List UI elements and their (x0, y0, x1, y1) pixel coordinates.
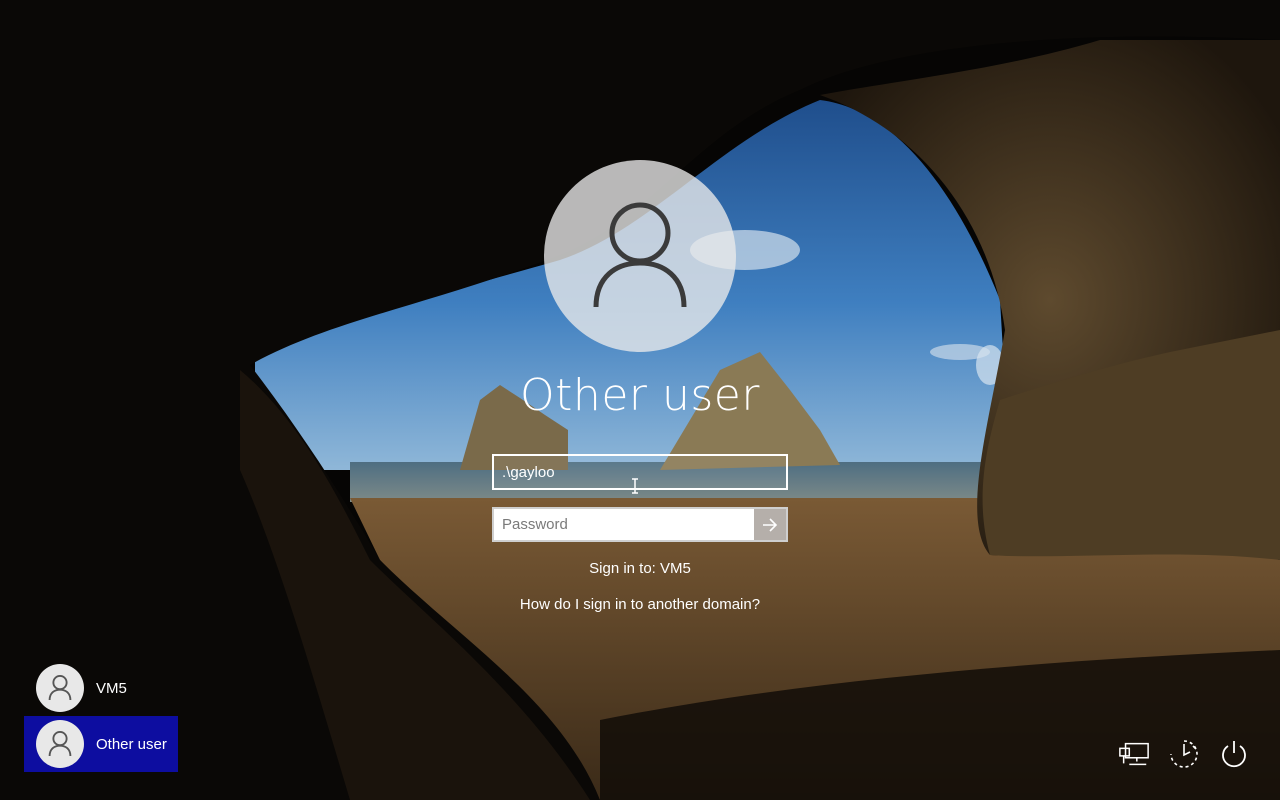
submit-button[interactable] (754, 509, 786, 540)
system-icons (1118, 736, 1250, 772)
avatar (36, 720, 84, 768)
domain-help-link[interactable]: How do I sign in to another domain? (460, 596, 820, 613)
ease-of-access-button[interactable] (1168, 736, 1200, 772)
avatar (36, 664, 84, 712)
user-tile-label: VM5 (96, 679, 127, 697)
user-title: Other user (520, 370, 760, 421)
ibeam-cursor-icon (632, 478, 638, 494)
username-field[interactable] (492, 454, 788, 490)
power-button[interactable] (1218, 736, 1250, 772)
password-row (492, 507, 788, 542)
user-silhouette-icon (593, 202, 687, 308)
user-tile-vm5[interactable]: VM5 (24, 660, 178, 716)
ease-of-access-icon (1170, 740, 1198, 768)
network-button[interactable] (1118, 736, 1150, 772)
power-icon (1222, 741, 1246, 768)
user-switcher: VM5 Other user (24, 660, 178, 772)
user-tile-label: Other user (96, 735, 167, 753)
password-field[interactable] (494, 509, 754, 540)
user-tile-other-user[interactable]: Other user (24, 716, 178, 772)
user-silhouette-icon (48, 675, 72, 701)
user-avatar-large (544, 160, 736, 352)
sign-in-to-label: Sign in to: VM5 (589, 560, 691, 577)
user-silhouette-icon (48, 731, 72, 757)
network-icon (1119, 742, 1149, 766)
arrow-right-icon (763, 517, 778, 532)
